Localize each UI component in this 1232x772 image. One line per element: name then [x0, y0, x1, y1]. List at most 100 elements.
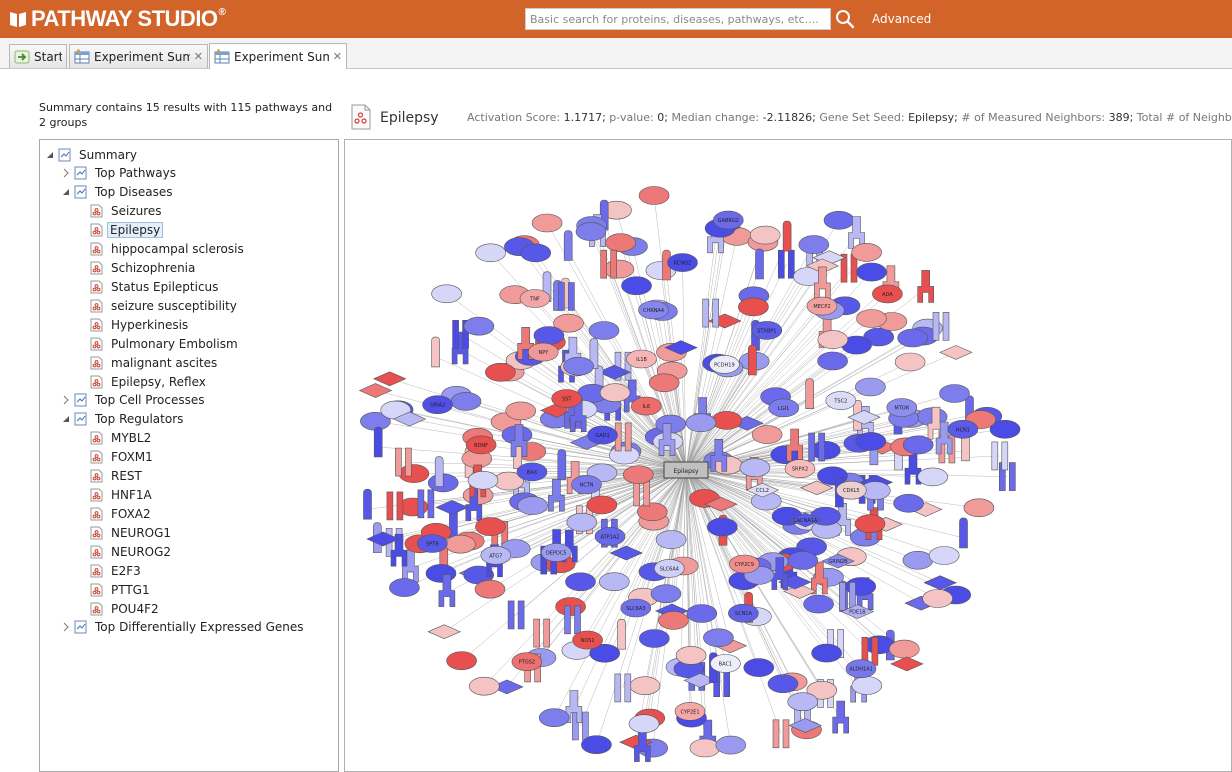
tree-node-top-de-genes[interactable]: Top Differentially Expressed Genes	[61, 617, 308, 636]
graph-node[interactable]	[517, 496, 548, 515]
graph-node-atp1a2[interactable]: ATP1A2	[594, 527, 626, 546]
graph-node-srpx2[interactable]: SRPX2	[784, 459, 816, 478]
graph-node[interactable]	[715, 735, 747, 755]
graph-node[interactable]	[703, 628, 734, 648]
graph-node-il6[interactable]: IL6	[630, 396, 662, 416]
graph-node[interactable]	[358, 383, 393, 398]
tree-node-top-diseases[interactable]: Top Diseases	[61, 182, 177, 201]
graph-node[interactable]	[689, 738, 721, 758]
graph-node[interactable]	[629, 676, 661, 696]
tree-node-regulator[interactable]: E2F3	[90, 561, 145, 580]
graph-node[interactable]	[463, 316, 495, 336]
graph-node[interactable]	[469, 676, 500, 696]
graph-node[interactable]	[959, 517, 968, 549]
tree-node-summary[interactable]: Summary	[45, 145, 141, 164]
tree-node-disease[interactable]: Epilepsy, Reflex	[90, 372, 210, 391]
graph-node[interactable]	[638, 629, 670, 648]
tab-experiment-summary-1[interactable]: Experiment Sum... ✕	[69, 44, 208, 68]
graph-node[interactable]	[398, 464, 430, 483]
graph-node[interactable]	[588, 321, 620, 340]
graph-node-gabrg2[interactable]: GABRG2	[712, 210, 744, 230]
graph-node[interactable]	[747, 344, 757, 376]
graph-node[interactable]	[685, 413, 717, 433]
tree-node-regulator[interactable]: FOXA2	[90, 504, 155, 523]
graph-node[interactable]	[533, 618, 550, 648]
graph-node[interactable]	[751, 425, 783, 444]
graph-node[interactable]	[434, 456, 444, 487]
graph-node-hcn1[interactable]: HCN1	[947, 419, 979, 439]
graph-node[interactable]	[706, 517, 738, 537]
graph-node[interactable]	[608, 445, 640, 465]
tree-node-disease[interactable]: malignant ascites	[90, 353, 221, 372]
graph-node[interactable]	[767, 674, 799, 694]
search-input[interactable]	[525, 8, 831, 30]
graph-node[interactable]	[427, 624, 461, 640]
graph-node[interactable]	[425, 564, 457, 583]
graph-node[interactable]	[922, 589, 953, 608]
tree-node-regulator[interactable]: FOXM1	[90, 447, 157, 466]
tree-node-disease[interactable]: Schizophrenia	[90, 258, 199, 277]
graph-center-node[interactable]: Epilepsy	[663, 461, 709, 479]
graph-node[interactable]	[575, 222, 607, 241]
graph-node[interactable]	[803, 594, 834, 614]
graph-node[interactable]	[817, 330, 849, 349]
expand-arrow-icon[interactable]	[61, 395, 71, 405]
search-icon[interactable]	[834, 8, 856, 30]
tree-node-regulator[interactable]: MYBL2	[90, 428, 155, 447]
graph-node[interactable]	[505, 401, 536, 421]
graph-node-gria2[interactable]: GRIA2	[422, 395, 453, 415]
graph-node[interactable]	[474, 579, 506, 599]
graph-node-ada[interactable]: ADA	[872, 284, 903, 304]
collapse-arrow-icon[interactable]	[61, 187, 71, 197]
graph-node[interactable]	[446, 651, 477, 671]
graph-node[interactable]	[603, 259, 635, 279]
tree-node-disease[interactable]: Hyperkinesis	[90, 315, 192, 334]
graph-node[interactable]	[445, 534, 476, 554]
graph-node-atg7[interactable]: ATG7	[480, 545, 512, 565]
graph-node-tsc2[interactable]: TSC2	[825, 391, 857, 410]
graph-node[interactable]	[650, 584, 682, 604]
graph-node[interactable]	[366, 531, 400, 547]
graph-node-stxbp1[interactable]: STXBP1	[751, 321, 783, 340]
expand-arrow-icon[interactable]	[61, 168, 71, 178]
graph-node[interactable]	[533, 326, 565, 345]
graph-node[interactable]	[431, 336, 440, 368]
graph-node[interactable]	[563, 230, 573, 261]
graph-node[interactable]	[686, 604, 718, 623]
graph-node[interactable]	[711, 411, 743, 430]
graph-node-lgi1[interactable]: LGI1	[768, 398, 800, 418]
graph-node[interactable]	[599, 383, 631, 402]
graph-node-ptgs2[interactable]: PTGS2	[511, 652, 543, 672]
graph-node[interactable]	[628, 714, 660, 734]
graph-node[interactable]	[917, 467, 949, 487]
tab-experiment-summary-2[interactable]: Experiment Sum... ✕	[209, 43, 347, 69]
graph-node[interactable]	[431, 284, 462, 304]
graph-node[interactable]	[538, 708, 570, 728]
graph-node[interactable]	[749, 225, 781, 245]
tree-node-disease[interactable]: seizure susceptibility	[90, 296, 241, 315]
graph-node[interactable]	[939, 384, 970, 403]
graph-node[interactable]	[475, 243, 506, 263]
graph-node[interactable]	[520, 243, 551, 263]
graph-node[interactable]	[805, 378, 815, 410]
graph-node[interactable]	[854, 514, 886, 534]
graph-node[interactable]	[851, 676, 883, 695]
graph-node[interactable]	[450, 392, 482, 411]
graph-node-kcnq2[interactable]: KCNQ2	[667, 253, 698, 272]
graph-node[interactable]	[363, 488, 372, 520]
graph-node-pcdh19[interactable]: PCDH19	[709, 355, 740, 374]
tree-node-regulator[interactable]: REST	[90, 466, 146, 485]
graph-node-sst[interactable]: SST	[551, 389, 582, 408]
graph-node-cdkl5[interactable]: CDKL5	[835, 480, 867, 500]
collapse-arrow-icon[interactable]	[45, 150, 55, 160]
graph-node-il1b[interactable]: IL1B	[626, 349, 657, 369]
graph-node-chrna4[interactable]: CHRNA4	[638, 300, 669, 320]
tree-node-top-cell-processes[interactable]: Top Cell Processes	[61, 390, 208, 409]
graph-node[interactable]	[605, 233, 636, 252]
close-icon[interactable]: ✕	[190, 50, 203, 63]
graph-node[interactable]	[621, 276, 652, 295]
graph-node[interactable]	[617, 618, 626, 650]
graph-node[interactable]	[655, 530, 687, 549]
graph-node[interactable]	[902, 550, 934, 570]
graph-node[interactable]	[902, 435, 934, 455]
